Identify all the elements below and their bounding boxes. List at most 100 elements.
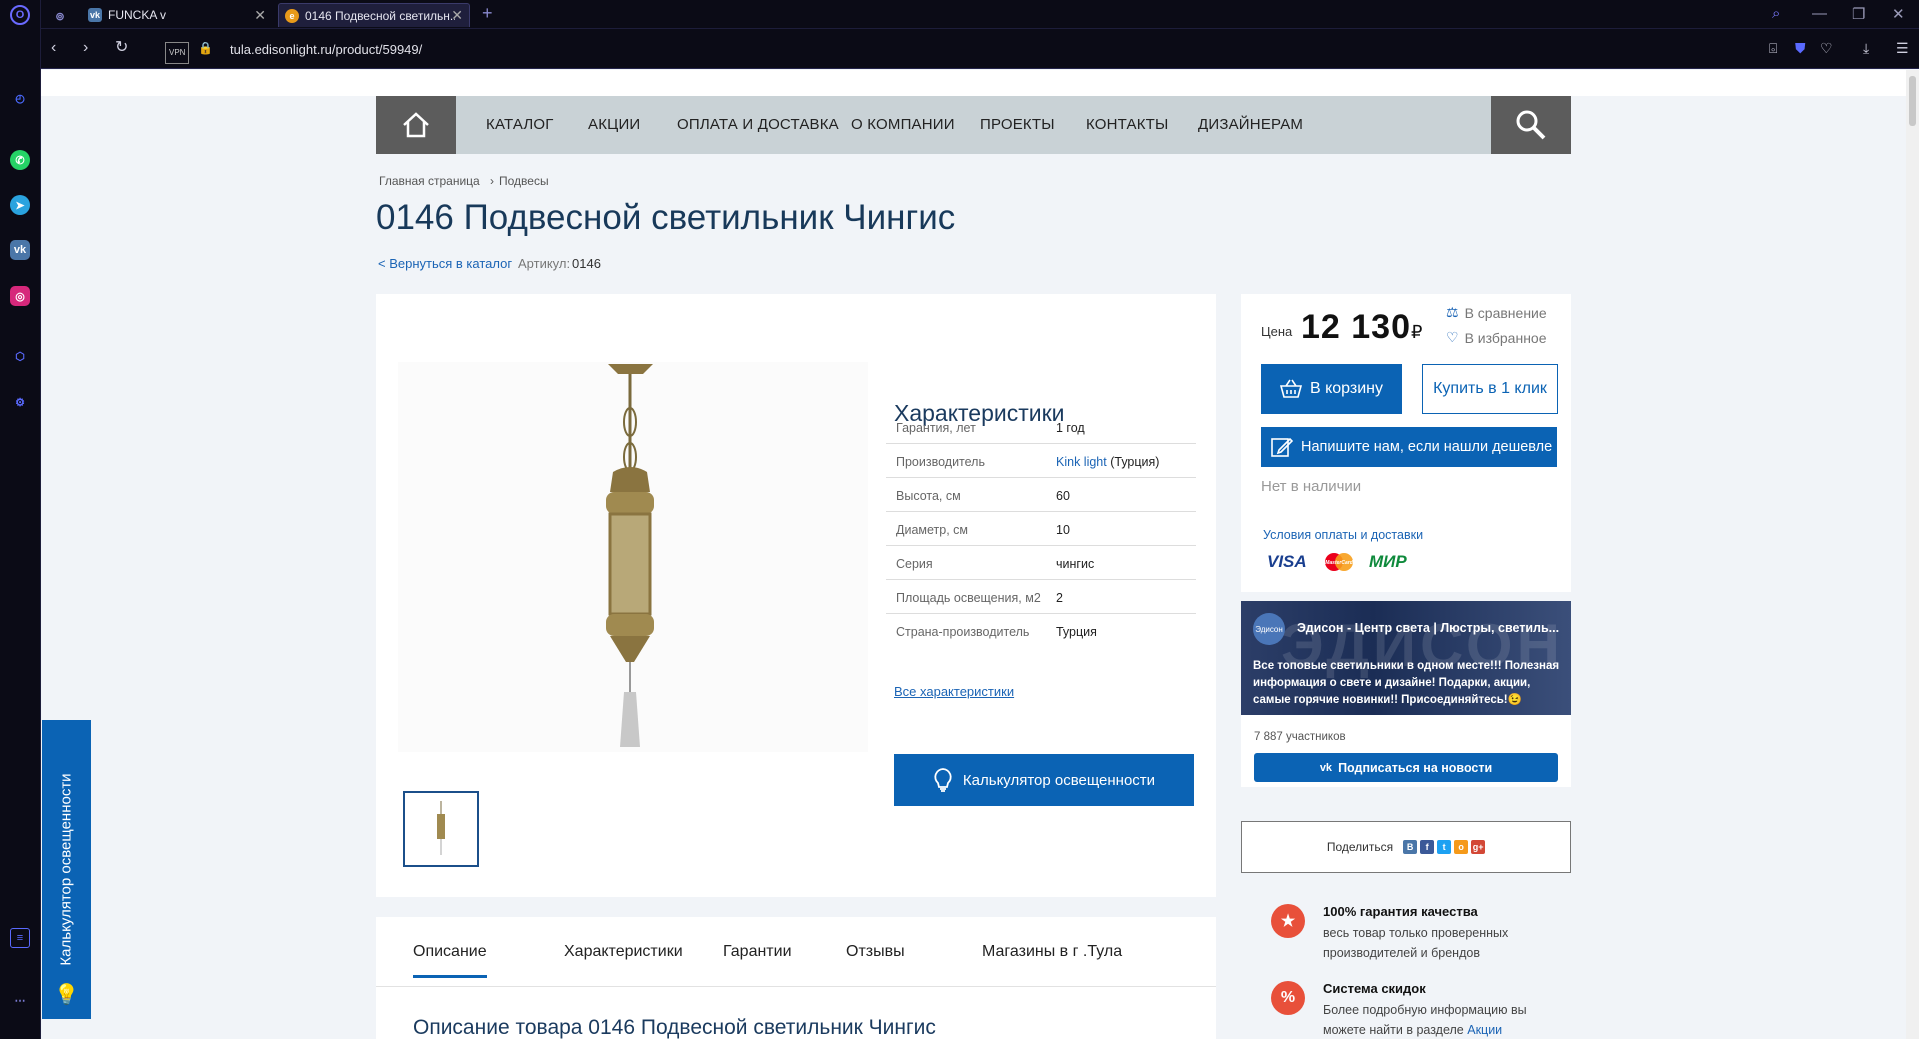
product-thumbnail[interactable] xyxy=(403,791,479,867)
char-value: 60 xyxy=(1056,489,1070,503)
nav-contacts[interactable]: КОНТАКТЫ xyxy=(1086,116,1169,133)
compare-link[interactable]: ⚖ В сравнение xyxy=(1446,304,1547,321)
reload-icon[interactable]: ↻ xyxy=(115,39,128,57)
scrollbar-thumb[interactable] xyxy=(1909,76,1916,126)
close-tab-icon[interactable]: ✕ xyxy=(451,7,463,24)
share-googleplus-icon[interactable]: g+ xyxy=(1471,840,1486,854)
back-to-catalog-link[interactable]: < Вернуться в каталог xyxy=(378,256,512,271)
char-value: чингис xyxy=(1056,557,1095,571)
share-label: Поделиться xyxy=(1326,840,1394,854)
speed-dial-icon[interactable]: ◴ xyxy=(10,88,30,108)
compare-label: В сравнение xyxy=(1464,304,1547,321)
mastercard-icon: MasterCard xyxy=(1325,553,1354,571)
camera-icon[interactable]: ⌻ xyxy=(1769,39,1777,57)
article-value: 0146 xyxy=(572,256,601,271)
add-to-cart-label: В корзину xyxy=(1309,380,1384,397)
search-tabs-icon[interactable]: ⌕ xyxy=(1772,5,1780,22)
feature-quality: ★ 100% гарантия качества весь товар толь… xyxy=(1271,904,1543,963)
vk-icon[interactable]: vk xyxy=(10,240,30,260)
tab-reviews[interactable]: Отзывы xyxy=(846,943,905,961)
char-key: Серия xyxy=(896,557,933,571)
char-value: 2 xyxy=(1056,591,1063,605)
vk-subscribe-button[interactable]: vk Подписаться на новости xyxy=(1254,753,1558,782)
description-title: Описание товара 0146 Подвесной светильни… xyxy=(413,1016,936,1039)
product-photo[interactable] xyxy=(398,362,868,752)
all-characteristics-link[interactable]: Все характеристики xyxy=(894,684,1014,699)
close-tab-icon[interactable]: ✕ xyxy=(254,7,266,24)
add-to-cart-button[interactable]: В корзину xyxy=(1261,364,1402,414)
more-icon[interactable]: ⋯ xyxy=(10,990,30,1010)
shield-icon[interactable]: ⛊ xyxy=(1795,39,1806,57)
minimize-icon[interactable]: — xyxy=(1812,5,1827,22)
payment-delivery-link[interactable]: Условия оплаты и доставки xyxy=(1263,528,1423,542)
url-field[interactable]: tula.edisonlight.ru/product/59949/ xyxy=(230,41,422,59)
main-navigation: КАТАЛОГ АКЦИИ ОПЛАТА И ДОСТАВКА О КОМПАН… xyxy=(376,96,1571,154)
vk-banner[interactable]: ЭДИСОН Эдисон Эдисон - Центр света | Люс… xyxy=(1241,601,1571,715)
tab-warranty[interactable]: Гарантии xyxy=(723,943,792,961)
light-calculator-label: Калькулятор освещенности xyxy=(962,771,1156,789)
workspaces-icon[interactable]: ≡ xyxy=(10,928,30,948)
browser-tab-funcka[interactable]: vk FUNCKA v ✕ xyxy=(82,3,272,27)
heart-icon[interactable]: ♡ xyxy=(1820,39,1833,57)
close-window-icon[interactable]: ✕ xyxy=(1892,5,1905,23)
price-amount: 12 130 xyxy=(1301,308,1411,346)
instagram-icon[interactable]: ◎ xyxy=(10,286,30,306)
manufacturer-link[interactable]: Kink light xyxy=(1056,455,1107,469)
gamepad-icon[interactable]: ⊚ xyxy=(50,6,70,26)
vk-group-name[interactable]: Эдисон - Центр света | Люстры, светиль..… xyxy=(1297,621,1559,635)
price-card: Цена 12 130₽ ⚖ В сравнение ♡ В избранное… xyxy=(1241,294,1571,592)
side-light-calculator[interactable]: Калькулятор освещенности 💡 xyxy=(42,720,91,1019)
share-twitter-icon[interactable]: t xyxy=(1437,840,1452,854)
back-arrow-icon[interactable]: ‹ xyxy=(51,39,56,57)
share-facebook-icon[interactable]: f xyxy=(1420,840,1435,854)
nav-designers[interactable]: ДИЗАЙНЕРАМ xyxy=(1198,116,1303,133)
nav-promos[interactable]: АКЦИИ xyxy=(588,116,640,133)
restore-icon[interactable]: ❐ xyxy=(1852,5,1865,23)
forward-arrow-icon[interactable]: › xyxy=(83,39,88,57)
thumbnail-lamp-image xyxy=(437,801,445,855)
share-vk-icon[interactable]: В xyxy=(1403,840,1418,854)
feature-title: 100% гарантия качества xyxy=(1323,904,1478,919)
whatsapp-icon[interactable]: ✆ xyxy=(10,150,30,170)
found-cheaper-label: Напишите нам, если нашли дешевле xyxy=(1301,439,1553,455)
char-key: Диаметр, см xyxy=(896,523,968,537)
download-icon[interactable]: ⤓ xyxy=(1863,39,1869,57)
browser-tab-product[interactable]: e 0146 Подвесной светильн... ✕ xyxy=(278,3,470,27)
tab-stores[interactable]: Магазины в г .Тула xyxy=(982,943,1122,961)
vk-subscribe-label: Подписаться на новости xyxy=(1338,760,1493,775)
light-calculator-button[interactable]: Калькулятор освещенности xyxy=(894,754,1194,806)
settings-gear-icon[interactable]: ⚙ xyxy=(10,392,30,412)
breadcrumb-home[interactable]: Главная страница xyxy=(379,174,480,188)
favorite-link[interactable]: ♡ В избранное xyxy=(1446,329,1547,346)
nav-catalog[interactable]: КАТАЛОГ xyxy=(486,116,554,133)
telegram-icon[interactable]: ➤ xyxy=(10,195,30,215)
lock-icon: 🔒 xyxy=(198,41,213,55)
search-button[interactable] xyxy=(1491,96,1571,154)
home-button[interactable] xyxy=(376,96,456,154)
promos-link[interactable]: Акции xyxy=(1467,1023,1502,1037)
vk-group-avatar[interactable]: Эдисон xyxy=(1253,613,1285,645)
page-scrollbar[interactable] xyxy=(1906,70,1919,1039)
buy-one-click-button[interactable]: Купить в 1 клик xyxy=(1422,364,1558,414)
nav-about[interactable]: О КОМПАНИИ xyxy=(851,116,955,133)
share-odnoklassniki-icon[interactable]: о xyxy=(1454,840,1469,854)
site-favicon-icon: e xyxy=(285,8,299,23)
nav-payment-delivery[interactable]: ОПЛАТА И ДОСТАВКА xyxy=(677,116,839,133)
cube-icon[interactable]: ⬡ xyxy=(10,346,30,366)
char-row-diameter: Диаметр, см 10 xyxy=(886,512,1196,546)
found-cheaper-button[interactable]: Напишите нам, если нашли дешевле xyxy=(1261,427,1557,467)
mastercard-logo: MasterCard xyxy=(1321,552,1357,572)
new-tab-button[interactable]: + xyxy=(482,3,493,24)
vpn-badge[interactable]: VPN xyxy=(165,42,190,64)
product-card: Характеристики Гарантия, лет 1 год Произ… xyxy=(376,294,1216,897)
percent-icon: % xyxy=(1271,981,1305,1015)
nav-projects[interactable]: ПРОЕКТЫ xyxy=(980,116,1055,133)
browser-sidebar: O ⊚ ◴ ✆ ➤ vk ◎ ⬡ ⚙ ≡ ⋯ xyxy=(0,0,65,1039)
opera-logo-icon[interactable]: O xyxy=(10,5,30,25)
award-badge-icon: ★ xyxy=(1271,904,1305,938)
char-value: Kink light (Турция) xyxy=(1056,455,1159,469)
menu-icon[interactable]: ☰ xyxy=(1896,39,1909,57)
tab-description[interactable]: Описание xyxy=(413,943,487,978)
tab-characteristics[interactable]: Характеристики xyxy=(564,943,683,961)
breadcrumb-current[interactable]: Подвесы xyxy=(499,174,549,188)
